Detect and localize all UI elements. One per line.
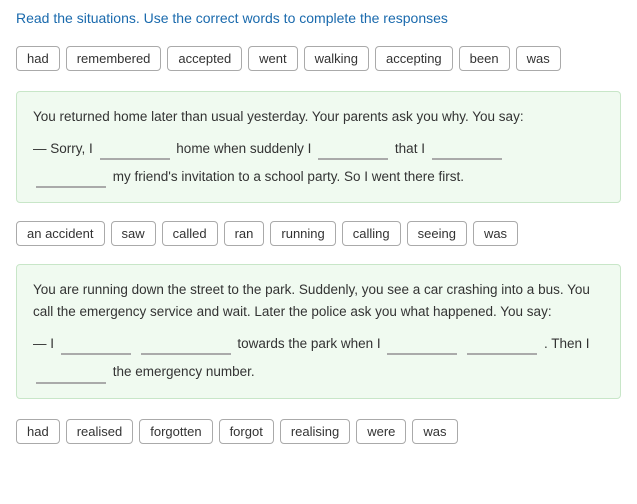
- s1-blank1[interactable]: [100, 138, 170, 160]
- s2-blank3[interactable]: [387, 333, 457, 355]
- chip-had[interactable]: had: [16, 46, 60, 71]
- word-bank-2: an accident saw called ran running calli…: [0, 213, 637, 254]
- chip-calling[interactable]: calling: [342, 221, 401, 246]
- chip-called[interactable]: called: [162, 221, 218, 246]
- s2-line1-prefix: — I: [33, 336, 54, 351]
- chip-went[interactable]: went: [248, 46, 297, 71]
- chip-accepting[interactable]: accepting: [375, 46, 453, 71]
- chip-running[interactable]: running: [270, 221, 335, 246]
- s2-blank5[interactable]: [36, 362, 106, 384]
- chip-seeing[interactable]: seeing: [407, 221, 467, 246]
- s2-blank4[interactable]: [467, 333, 537, 355]
- chip-been[interactable]: been: [459, 46, 510, 71]
- chip-walking[interactable]: walking: [304, 46, 369, 71]
- instruction-text: Read the situations. Use the correct wor…: [0, 0, 637, 36]
- s1-line1-mid2: that I: [395, 141, 425, 156]
- chip-saw[interactable]: saw: [111, 221, 156, 246]
- s1-blank4[interactable]: [36, 166, 106, 188]
- chip-forgotten[interactable]: forgotten: [139, 419, 212, 444]
- situation-box-1: You returned home later than usual yeste…: [16, 91, 621, 203]
- situation-box-2: You are running down the street to the p…: [16, 264, 621, 398]
- chip-realised[interactable]: realised: [66, 419, 134, 444]
- s1-blank3[interactable]: [432, 138, 502, 160]
- situation-2-prompt: You are running down the street to the p…: [33, 279, 604, 322]
- s2-line1-suffix: . Then I: [544, 336, 590, 351]
- s2-blank1[interactable]: [61, 333, 131, 355]
- chip-were[interactable]: were: [356, 419, 406, 444]
- s1-line1-prefix: — Sorry, I: [33, 141, 93, 156]
- chip-accepted[interactable]: accepted: [167, 46, 242, 71]
- chip-was[interactable]: was: [516, 46, 561, 71]
- chip-remembered[interactable]: remembered: [66, 46, 162, 71]
- chip-an-accident[interactable]: an accident: [16, 221, 105, 246]
- chip-forgot[interactable]: forgot: [219, 419, 274, 444]
- s2-line1-mid1: towards the park when I: [237, 336, 380, 351]
- s1-line1-mid1: home when suddenly I: [176, 141, 311, 156]
- chip-realising[interactable]: realising: [280, 419, 350, 444]
- situation-1-prompt: You returned home later than usual yeste…: [33, 106, 604, 128]
- word-bank-3: had realised forgotten forgot realising …: [0, 409, 637, 454]
- s1-line2-suffix: my friend's invitation to a school party…: [113, 169, 464, 184]
- s2-line2-suffix: the emergency number.: [113, 364, 255, 379]
- s1-blank2[interactable]: [318, 138, 388, 160]
- s2-blank2[interactable]: [141, 333, 231, 355]
- chip-was2[interactable]: was: [473, 221, 518, 246]
- chip-ran[interactable]: ran: [224, 221, 265, 246]
- chip-had3[interactable]: had: [16, 419, 60, 444]
- chip-was3[interactable]: was: [412, 419, 457, 444]
- word-bank-1: had remembered accepted went walking acc…: [0, 36, 637, 81]
